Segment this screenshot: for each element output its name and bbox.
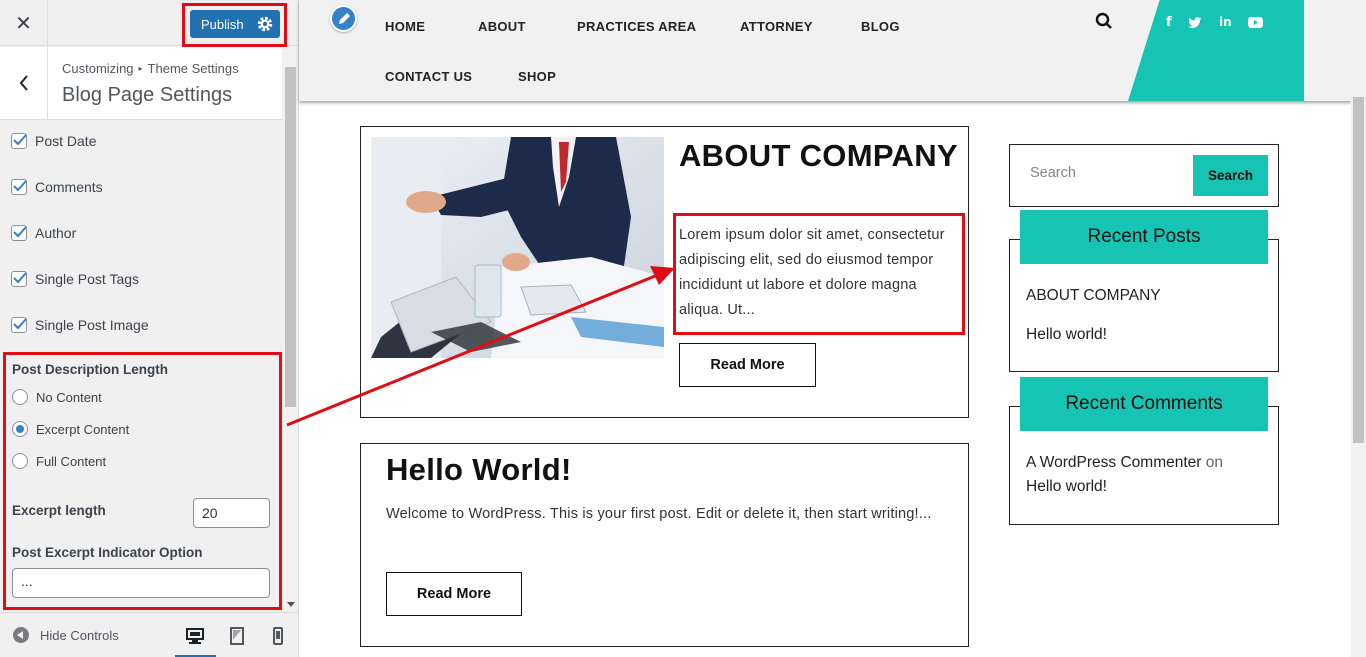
nav-shop[interactable]: SHOP <box>518 69 556 84</box>
nav-attorney[interactable]: ATTORNEY <box>740 19 813 34</box>
post-title[interactable]: Hello World! <box>386 452 572 488</box>
indicator-input[interactable]: ... <box>12 568 270 598</box>
checkbox[interactable] <box>11 317 27 333</box>
nav-practices-area[interactable]: PRACTICES AREA <box>577 19 696 34</box>
excerpt-length-input[interactable]: 20 <box>193 498 270 528</box>
radio-full-content[interactable]: Full Content <box>12 452 106 470</box>
nav-blog[interactable]: BLOG <box>861 19 900 34</box>
comment-author-link[interactable]: A WordPress Commenter <box>1026 454 1201 471</box>
checkbox-single-post-image[interactable]: Single Post Image <box>11 315 149 335</box>
scrollbar-thumb[interactable] <box>1353 97 1364 443</box>
recent-post-link[interactable]: Hello world! <box>1026 326 1107 344</box>
site-preview: HOME ABOUT PRACTICES AREA ATTORNEY BLOG … <box>299 0 1351 657</box>
close-customizer-button[interactable]: ✕ <box>0 0 48 46</box>
indicator-label: Post Excerpt Indicator Option <box>12 545 203 560</box>
edit-shortcut-button[interactable] <box>330 5 357 32</box>
scrollbar-thumb[interactable] <box>285 67 296 407</box>
comment-post-link[interactable]: Hello world! <box>1026 478 1107 496</box>
checkbox-label: Comments <box>35 179 103 195</box>
checkbox[interactable] <box>11 271 27 287</box>
facebook-icon[interactable]: f <box>1166 15 1172 30</box>
desc-length-label: Post Description Length <box>12 362 169 377</box>
post-excerpt: Welcome to WordPress. This is your first… <box>386 506 932 522</box>
site-header: HOME ABOUT PRACTICES AREA ATTORNEY BLOG … <box>299 0 1351 101</box>
close-icon: ✕ <box>15 11 32 35</box>
linkedin-icon[interactable]: in <box>1219 15 1232 29</box>
checkbox-comments[interactable]: Comments <box>11 177 103 197</box>
post-card: ABOUT COMPANY Lorem ipsum dolor sit amet… <box>360 126 969 418</box>
checkbox-label: Author <box>35 225 77 241</box>
checkbox-label: Single Post Tags <box>35 271 140 287</box>
search-button[interactable]: Search <box>1193 155 1268 196</box>
radio-label: Full Content <box>36 453 107 469</box>
checkbox[interactable] <box>11 179 27 195</box>
recent-comments-title: Recent Comments <box>1020 377 1268 431</box>
search-input[interactable]: Search <box>1030 165 1076 181</box>
gear-icon[interactable] <box>255 14 275 34</box>
hide-controls-button[interactable]: Hide Controls <box>13 627 119 643</box>
checkbox-label: Post Date <box>35 133 97 149</box>
post-card: Hello World! Welcome to WordPress. This … <box>360 443 969 647</box>
radio-button[interactable] <box>12 421 28 437</box>
search-icon[interactable] <box>1095 12 1113 30</box>
pencil-icon <box>339 13 350 24</box>
back-button[interactable] <box>0 47 48 119</box>
customizer-sidebar: ✕ Publish Customizing ▸ Theme Settings Blo… <box>0 0 299 657</box>
recent-comment: A WordPress Commenter on <box>1026 454 1223 472</box>
search-widget: Search Search <box>1009 144 1279 207</box>
checkbox[interactable] <box>11 133 27 149</box>
radio-label: No Content <box>36 389 102 405</box>
breadcrumb: Customizing ▸ Theme Settings <box>62 61 239 76</box>
radio-button[interactable] <box>12 453 28 469</box>
read-more-button[interactable]: Read More <box>386 572 522 616</box>
checkbox[interactable] <box>11 225 27 241</box>
section-header: Customizing ▸ Theme Settings Blog Page Set… <box>0 47 282 120</box>
youtube-icon[interactable] <box>1248 17 1263 28</box>
post-image[interactable] <box>371 137 664 358</box>
checkbox-post-date[interactable]: Post Date <box>11 131 96 151</box>
nav-about[interactable]: ABOUT <box>478 19 526 34</box>
read-more-button[interactable]: Read More <box>679 343 816 387</box>
tablet-preview-icon[interactable] <box>227 626 247 646</box>
businessman-photo <box>371 137 664 358</box>
radio-label: Excerpt Content <box>36 421 130 437</box>
chevron-left-icon <box>19 75 28 91</box>
twitter-icon[interactable] <box>1188 17 1202 29</box>
post-excerpt: Lorem ipsum dolor sit amet, consectetur … <box>679 227 945 318</box>
customizer-header: ✕ Publish <box>0 0 298 46</box>
breadcrumb-root: Customizing <box>62 61 134 76</box>
hide-controls-label: Hide Controls <box>40 627 119 643</box>
publish-label: Publish <box>201 16 244 32</box>
breadcrumb-separator-icon: ▸ <box>138 64 143 73</box>
radio-no-content[interactable]: No Content <box>12 388 102 406</box>
nav-contact-us[interactable]: CONTACT US <box>385 69 472 84</box>
post-title[interactable]: ABOUT COMPANY <box>679 137 959 175</box>
social-bar: f in <box>1128 0 1304 101</box>
checkbox-single-post-tags[interactable]: Single Post Tags <box>11 269 139 289</box>
radio-excerpt-content[interactable]: Excerpt Content <box>12 420 129 438</box>
checkbox-label: Single Post Image <box>35 317 149 333</box>
mobile-preview-icon[interactable] <box>268 626 288 646</box>
desktop-preview-icon[interactable] <box>185 626 205 646</box>
excerpt-length-label: Excerpt length <box>12 503 106 518</box>
customizer-footer: Hide Controls <box>0 612 298 657</box>
section-title: Blog Page Settings <box>62 84 233 106</box>
checkbox-author[interactable]: Author <box>11 223 76 243</box>
radio-button[interactable] <box>12 389 28 405</box>
comment-connector: on <box>1205 454 1223 471</box>
nav-home[interactable]: HOME <box>385 19 425 34</box>
sidebar-scrollbar[interactable] <box>283 47 298 610</box>
preview-scrollbar[interactable] <box>1351 0 1366 657</box>
recent-posts-title: Recent Posts <box>1020 210 1268 264</box>
collapse-icon <box>13 627 29 643</box>
controls-panel: Post Date Comments Author Single Post Ta… <box>0 121 283 611</box>
breadcrumb-parent: Theme Settings <box>147 61 239 76</box>
publish-button[interactable]: Publish <box>190 10 280 38</box>
recent-post-link[interactable]: ABOUT COMPANY <box>1026 287 1161 305</box>
scroll-down-icon[interactable] <box>287 602 295 607</box>
